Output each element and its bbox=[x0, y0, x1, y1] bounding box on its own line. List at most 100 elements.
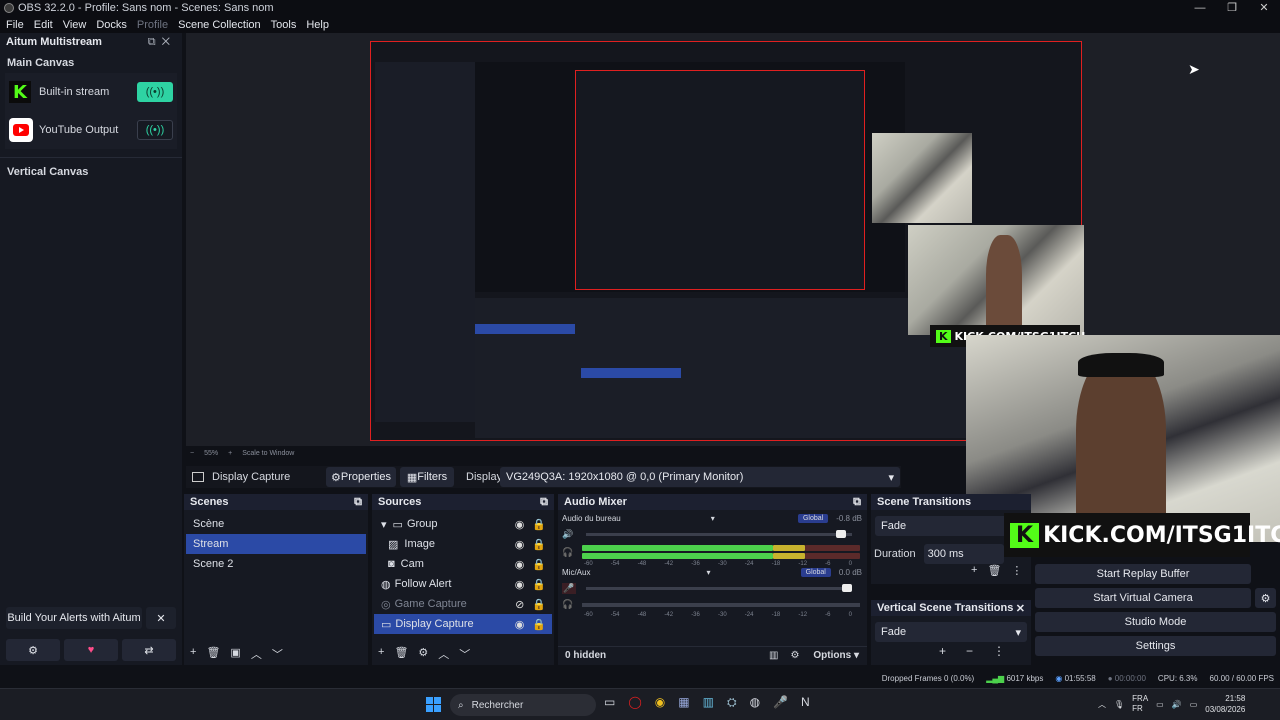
chevron-down-icon[interactable]: ▾ bbox=[381, 518, 387, 531]
gear-icon[interactable]: ⚙ bbox=[418, 646, 428, 662]
steam-icon[interactable]: ⛭ bbox=[727, 695, 737, 710]
minimize-button[interactable]: — bbox=[1184, 0, 1216, 16]
move-up-icon[interactable]: ︿ bbox=[438, 646, 449, 662]
volume-slider-handle[interactable] bbox=[836, 530, 846, 538]
menu-edit[interactable]: Edit bbox=[34, 19, 53, 31]
chevron-down-icon[interactable]: ▾ bbox=[706, 568, 710, 577]
zoom-out-button[interactable]: − bbox=[190, 450, 194, 462]
add-source-icon[interactable]: + bbox=[378, 646, 384, 662]
duration-input[interactable]: 300 ms bbox=[923, 544, 1004, 564]
vertical-transition-select[interactable]: Fade ▾ bbox=[875, 622, 1027, 642]
opera-icon[interactable]: ◯ bbox=[628, 695, 641, 710]
close-dock-icon[interactable]: ✕ bbox=[1016, 602, 1025, 615]
properties-button[interactable]: ⚙ Properties bbox=[326, 467, 396, 487]
source-item[interactable]: ◙ Cam ◉ 🔒 bbox=[374, 554, 552, 574]
eye-icon[interactable]: ◉ bbox=[515, 518, 525, 531]
heart-icon[interactable]: ♥ bbox=[64, 639, 118, 661]
app-icon[interactable]: ▥ bbox=[703, 695, 714, 710]
monitor-headphone-icon[interactable]: 🎧 bbox=[562, 547, 576, 558]
add-scene-icon[interactable]: + bbox=[190, 646, 196, 662]
close-dock-icon[interactable]: ✕ bbox=[162, 36, 176, 48]
close-banner-button[interactable]: ✕ bbox=[146, 607, 176, 629]
speaker-icon[interactable]: 🔊 bbox=[562, 529, 576, 540]
preview-area[interactable]: KKICK.COM/ITSG1ITCH KKICK.COM/ITSG1ITCH … bbox=[186, 33, 1280, 557]
chrome-icon[interactable]: ◉ bbox=[655, 695, 665, 710]
move-down-icon[interactable]: ﹀ bbox=[459, 646, 470, 662]
language-indicator[interactable]: FRA FR bbox=[1132, 694, 1148, 714]
tray-mic-icon[interactable]: 🎙 bbox=[1114, 700, 1124, 709]
add-transition-icon[interactable]: + bbox=[939, 644, 946, 658]
lock-icon[interactable]: 🔒 bbox=[532, 538, 546, 551]
link-icon[interactable]: ⚙ bbox=[790, 650, 799, 661]
menu-profile[interactable]: Profile bbox=[137, 19, 168, 31]
move-down-icon[interactable]: ﹀ bbox=[272, 646, 283, 662]
more-icon[interactable]: ⋮ bbox=[993, 644, 1005, 658]
lock-icon[interactable]: 🔒 bbox=[532, 578, 546, 591]
chevron-down-icon[interactable]: ▾ bbox=[711, 514, 715, 523]
eye-hidden-icon[interactable]: ⊘ bbox=[515, 598, 524, 611]
panel-layout-icon[interactable]: ▥ bbox=[769, 650, 778, 661]
undock-icon[interactable]: ⧉ bbox=[148, 36, 162, 48]
file-explorer-icon[interactable]: ▭ bbox=[604, 695, 615, 710]
volume-icon[interactable]: 🔊 bbox=[1172, 700, 1182, 709]
close-window-button[interactable]: ✕ bbox=[1248, 0, 1280, 16]
studio-mode-button[interactable]: Studio Mode bbox=[1035, 612, 1276, 632]
app-icon[interactable]: ▦ bbox=[678, 695, 689, 710]
scene-item[interactable]: Scene 2 bbox=[186, 554, 366, 574]
network-icon[interactable]: ▭ bbox=[1156, 700, 1164, 709]
source-item[interactable]: ◍ Follow Alert ◉ 🔒 bbox=[374, 574, 552, 594]
scene-item[interactable]: Stream bbox=[186, 534, 366, 554]
more-icon[interactable]: ⋮ bbox=[1011, 564, 1022, 577]
eye-icon[interactable]: ◉ bbox=[515, 538, 525, 551]
menu-docks[interactable]: Docks bbox=[96, 19, 127, 31]
add-transition-icon[interactable]: + bbox=[971, 564, 977, 577]
source-item[interactable]: ▾ ▭ Group ◉ 🔒 bbox=[374, 514, 552, 534]
lock-icon[interactable]: 🔒 bbox=[532, 558, 546, 571]
filters-button[interactable]: ▦ Filters bbox=[400, 467, 454, 487]
trash-icon[interactable]: 🗑 bbox=[394, 646, 408, 662]
lock-icon[interactable]: 🔒 bbox=[532, 518, 546, 531]
menu-scene-collection[interactable]: Scene Collection bbox=[178, 19, 261, 31]
eye-icon[interactable]: ◉ bbox=[515, 578, 525, 591]
source-item[interactable]: ▭ Display Capture ◉ 🔒 bbox=[374, 614, 552, 634]
virtual-camera-settings-icon[interactable]: ⚙ bbox=[1255, 588, 1276, 608]
undock-icon[interactable]: ⧉ bbox=[540, 496, 548, 509]
eye-icon[interactable]: ◉ bbox=[515, 618, 525, 631]
stream-toggle-builtin[interactable]: ((•)) bbox=[137, 82, 173, 102]
share-icon[interactable]: ⇄ bbox=[122, 639, 176, 661]
menu-view[interactable]: View bbox=[63, 19, 87, 31]
scale-mode[interactable]: Scale to Window bbox=[242, 450, 294, 462]
microphone-app-icon[interactable]: 🎤 bbox=[773, 695, 788, 710]
settings-gear-icon[interactable]: ⚙ bbox=[6, 639, 60, 661]
trash-icon[interactable]: 🗑 bbox=[206, 646, 220, 662]
filter-icon[interactable]: ▣ bbox=[230, 646, 240, 662]
start-virtual-camera-button[interactable]: Start Virtual Camera bbox=[1035, 588, 1251, 608]
volume-slider-handle[interactable] bbox=[842, 584, 852, 592]
eye-icon[interactable]: ◉ bbox=[515, 558, 525, 571]
display-select[interactable]: VG249Q3A: 1920x1080 @ 0,0 (Primary Monit… bbox=[500, 467, 900, 487]
lock-icon[interactable]: 🔒 bbox=[532, 598, 546, 611]
undock-icon[interactable]: ⧉ bbox=[354, 496, 362, 509]
windows-start-icon[interactable] bbox=[426, 697, 441, 712]
menu-tools[interactable]: Tools bbox=[271, 19, 297, 31]
mic-muted-icon[interactable]: 🎤 bbox=[562, 583, 576, 594]
trash-icon[interactable]: 🗑 bbox=[987, 564, 1001, 577]
monitor-off-icon[interactable]: 🎧 bbox=[562, 599, 576, 610]
source-item[interactable]: ◎ Game Capture ⊘ 🔒 bbox=[374, 594, 552, 614]
battery-icon[interactable]: ▭ bbox=[1190, 700, 1198, 709]
settings-button[interactable]: Settings bbox=[1035, 636, 1276, 656]
undock-icon[interactable]: ⧉ bbox=[853, 496, 861, 509]
move-up-icon[interactable]: ︿ bbox=[251, 646, 262, 662]
lock-icon[interactable]: 🔒 bbox=[532, 618, 546, 631]
tray-expand-icon[interactable]: ︿ bbox=[1098, 699, 1106, 710]
remove-transition-icon[interactable]: − bbox=[966, 644, 973, 658]
zoom-in-button[interactable]: + bbox=[228, 450, 232, 462]
alerts-banner[interactable]: Build Your Alerts with Aitum bbox=[6, 607, 142, 629]
app-icon[interactable]: N bbox=[801, 695, 810, 710]
stream-toggle-youtube[interactable]: ((•)) bbox=[137, 120, 173, 140]
maximize-button[interactable]: ❐ bbox=[1216, 0, 1248, 16]
scene-item[interactable]: Scène bbox=[186, 514, 366, 534]
clock[interactable]: 21:58 03/08/2026 bbox=[1205, 693, 1245, 715]
mixer-options-button[interactable]: Options ▾ bbox=[813, 650, 859, 661]
obs-icon[interactable]: ◍ bbox=[750, 695, 760, 710]
